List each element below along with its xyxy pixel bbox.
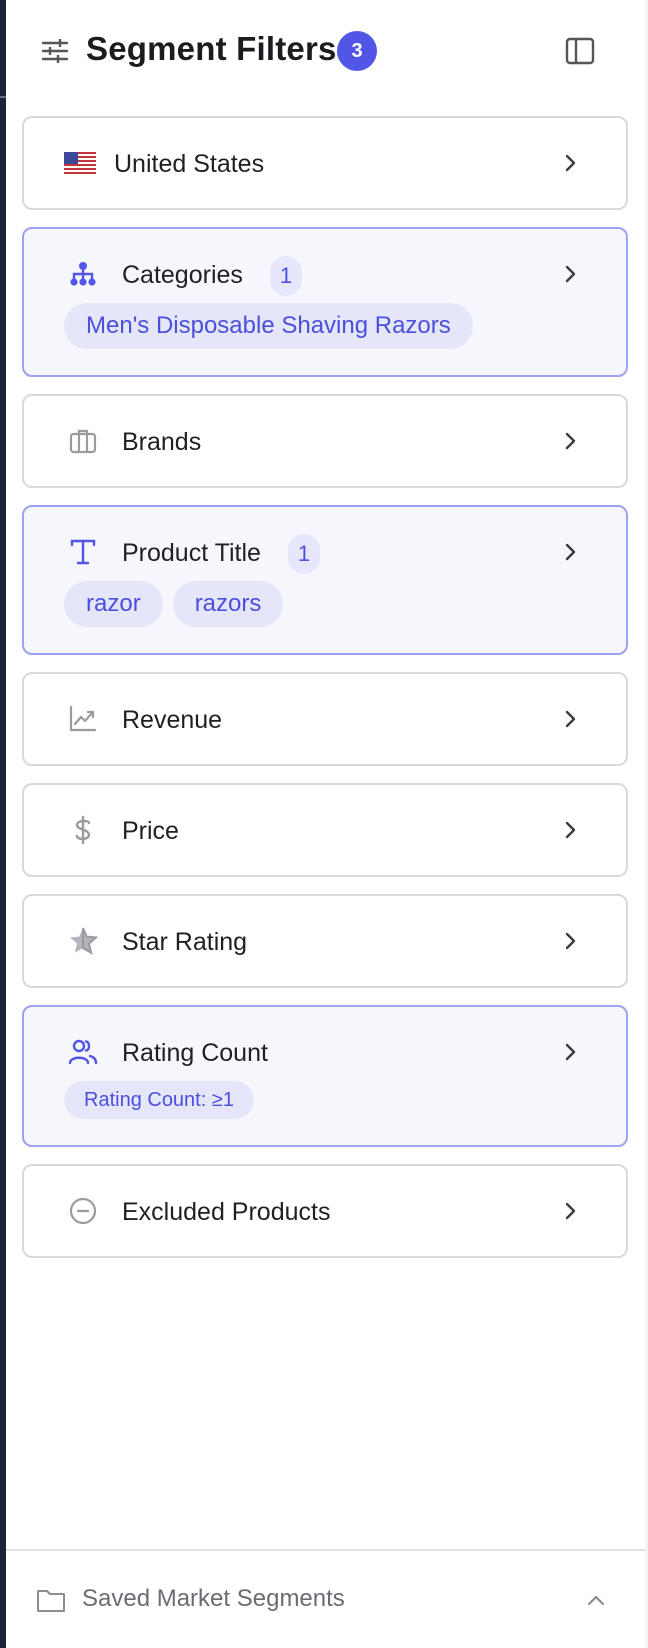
filter-card-price[interactable]: Price — [22, 783, 628, 877]
briefcase-icon — [69, 429, 97, 454]
collapse-panel-button[interactable] — [562, 33, 598, 69]
filter-card-excluded-products[interactable]: Excluded Products — [22, 1164, 628, 1258]
chevron-right-icon — [565, 932, 576, 950]
filter-chips: razor razors — [24, 581, 626, 653]
filter-chips: Rating Count: ≥1 — [24, 1081, 626, 1145]
filter-label: Product Title — [122, 539, 261, 567]
filter-chip[interactable]: Men's Disposable Shaving Razors — [64, 303, 473, 349]
filter-label: Categories — [122, 261, 243, 289]
panel-header: Segment Filters 3 — [6, 0, 646, 104]
trend-chart-icon — [69, 705, 97, 732]
filter-label: United States — [114, 150, 265, 178]
segment-filters-panel: Segment Filters 3 United States Categori… — [6, 0, 646, 1648]
page-title: Segment Filters — [86, 30, 337, 67]
star-icon — [70, 927, 98, 955]
filter-card-rating-count[interactable]: Rating Count Rating Count: ≥1 — [22, 1005, 628, 1147]
filter-label: Brands — [122, 428, 202, 456]
chevron-right-icon — [565, 1202, 576, 1220]
chevron-right-icon — [565, 154, 576, 172]
folder-icon — [37, 1590, 65, 1612]
filter-card-revenue[interactable]: Revenue — [22, 672, 628, 766]
saved-market-segments-toggle[interactable]: Saved Market Segments — [6, 1549, 646, 1648]
hierarchy-icon — [70, 262, 96, 286]
filter-card-categories[interactable]: Categories 1 Men's Disposable Shaving Ra… — [22, 227, 628, 377]
chevron-right-icon — [565, 432, 576, 450]
us-flag-icon — [64, 152, 96, 174]
sliders-icon — [41, 39, 69, 63]
dollar-icon — [75, 815, 91, 845]
sidebar-toggle-icon — [565, 37, 595, 65]
chevron-right-icon — [565, 265, 576, 283]
filter-card-country[interactable]: United States — [22, 116, 628, 210]
chevron-right-icon — [565, 543, 576, 561]
filter-chip[interactable]: Rating Count: ≥1 — [64, 1081, 254, 1119]
filter-count-badge: 1 — [288, 534, 320, 574]
filter-chip[interactable]: razors — [172, 581, 284, 627]
filter-list: United States Categories 1 Men's Disposa… — [22, 116, 628, 1275]
filter-card-star-rating[interactable]: Star Rating — [22, 894, 628, 988]
saved-segments-label: Saved Market Segments — [82, 1585, 345, 1612]
filter-chips: Men's Disposable Shaving Razors — [24, 303, 626, 375]
filter-chip[interactable]: razor — [64, 581, 163, 627]
filter-label: Star Rating — [122, 928, 248, 956]
active-filter-count-badge: 3 — [337, 31, 377, 71]
filter-count-badge: 1 — [270, 256, 302, 296]
filter-label: Revenue — [122, 706, 223, 734]
text-icon — [70, 539, 96, 565]
filter-card-product-title[interactable]: Product Title 1 razor razors — [22, 505, 628, 655]
filter-card-brands[interactable]: Brands — [22, 394, 628, 488]
filter-label: Price — [122, 817, 179, 845]
chevron-right-icon — [565, 821, 576, 839]
chevron-right-icon — [565, 710, 576, 728]
filter-label: Rating Count — [122, 1039, 268, 1067]
chevron-up-icon — [587, 1595, 605, 1606]
minus-circle-icon — [69, 1197, 97, 1225]
chevron-right-icon — [565, 1043, 576, 1061]
filter-label: Excluded Products — [122, 1198, 331, 1226]
users-icon — [68, 1039, 98, 1065]
